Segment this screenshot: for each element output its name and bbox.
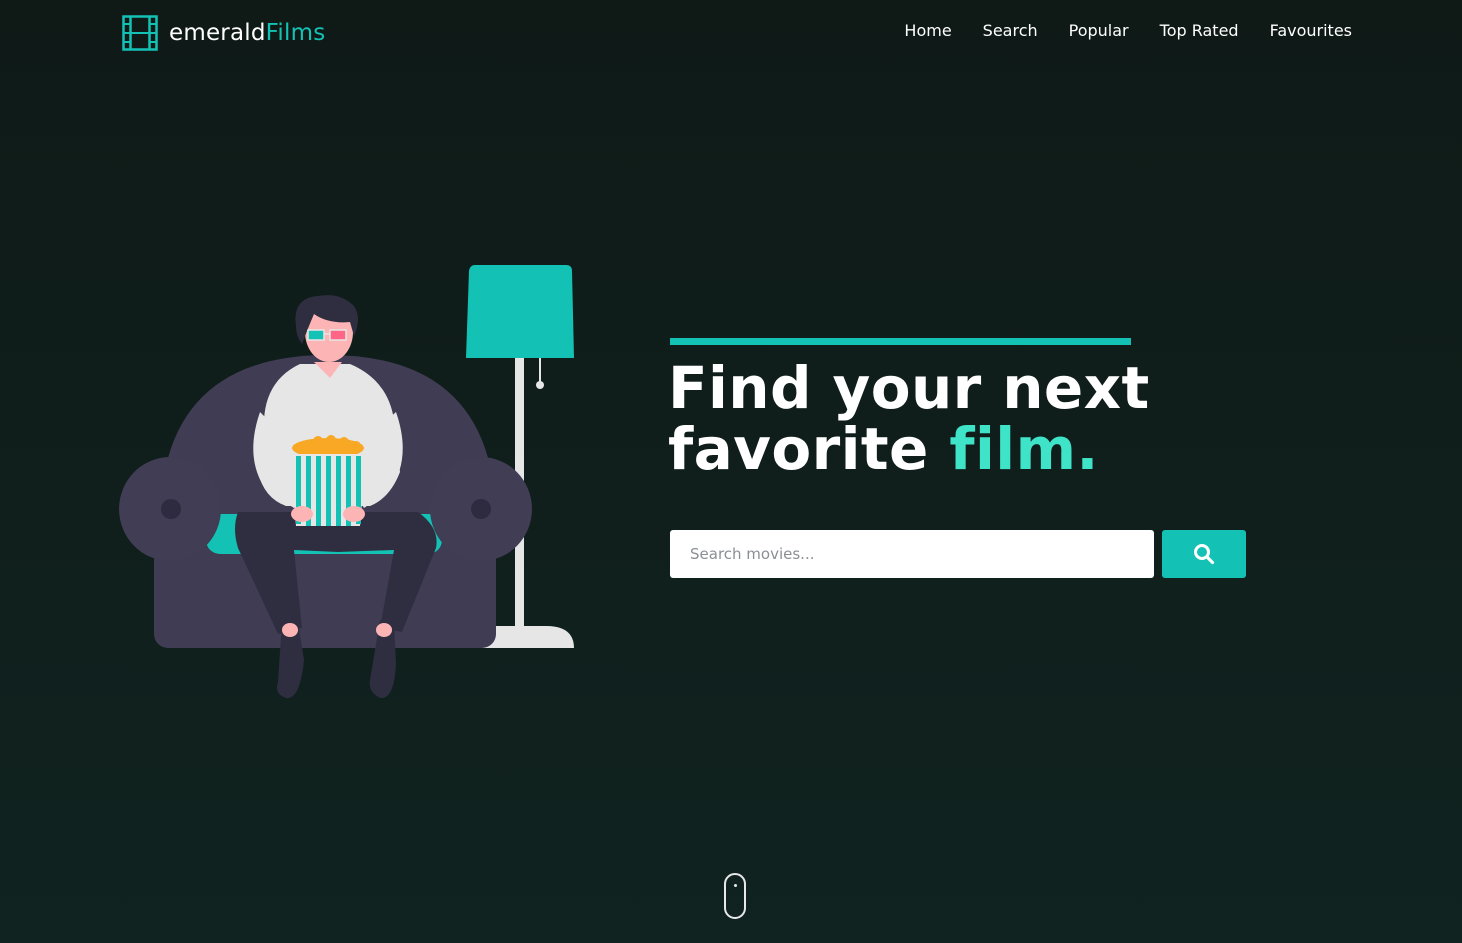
hero-title: Find your next favorite film. <box>668 358 1150 480</box>
hero-accent-bar <box>670 338 1131 345</box>
nav-link-search[interactable]: Search <box>983 21 1038 40</box>
navbar: emeraldFilms Home Search Popular Top Rat… <box>0 0 1462 64</box>
nav-link-favourites[interactable]: Favourites <box>1270 21 1352 40</box>
hero-title-line2: favorite <box>668 415 950 483</box>
nav-link-top-rated[interactable]: Top Rated <box>1160 21 1239 40</box>
hero-title-line1: Find your next <box>668 354 1150 422</box>
scroll-wheel-dot <box>734 884 737 887</box>
search-button[interactable] <box>1162 530 1246 578</box>
brand-name: emeraldFilms <box>169 20 325 46</box>
film-strip-icon <box>122 15 158 51</box>
nav-link-home[interactable]: Home <box>904 21 951 40</box>
search-input[interactable] <box>670 530 1154 578</box>
nav-menu: Home Search Popular Top Rated Favourites <box>904 21 1352 40</box>
brand-logo[interactable]: emeraldFilms <box>122 15 325 51</box>
brand-name-part1: emerald <box>169 20 266 46</box>
mouse-scroll-icon[interactable] <box>724 873 746 919</box>
brand-name-part2: Films <box>265 20 326 46</box>
hero-title-accent: film. <box>949 415 1099 483</box>
search-icon <box>1194 544 1215 565</box>
nav-link-popular[interactable]: Popular <box>1069 21 1129 40</box>
person-on-couch-illustration <box>119 265 574 699</box>
